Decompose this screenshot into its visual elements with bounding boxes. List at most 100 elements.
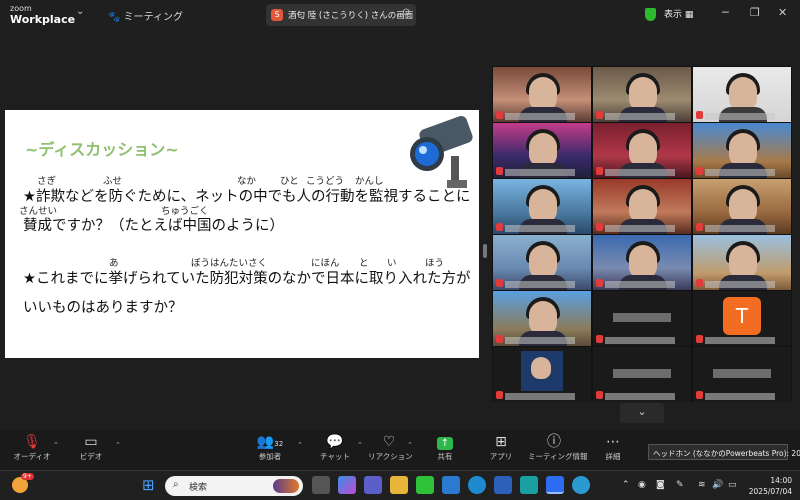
chevron-up-icon: ⌃: [115, 441, 121, 449]
question-line-2: 賛成ですか？（たとえば中国のように）: [23, 218, 284, 234]
shield-icon[interactable]: [645, 8, 656, 21]
chevron-up-icon[interactable]: ⌃: [622, 480, 630, 490]
weather-icon[interactable]: 9+: [12, 473, 34, 493]
file-explorer-icon[interactable]: [390, 476, 408, 494]
video-tile[interactable]: [493, 347, 591, 402]
details-label: 詳細: [605, 452, 621, 461]
camera-icon[interactable]: ◙: [656, 480, 665, 490]
meeting-menu[interactable]: 🐾 ミーティング: [108, 8, 183, 23]
video-tile[interactable]: [593, 67, 691, 122]
taskbar-search[interactable]: ⌕ 検索: [165, 476, 303, 496]
share-button[interactable]: ↑ 共有: [430, 433, 460, 462]
mic-muted-icon: [496, 167, 503, 175]
mic-muted-icon: [496, 391, 503, 399]
wifi-icon[interactable]: ≋: [698, 480, 706, 490]
windows-taskbar: 9+ ⊞ ⌕ 検索 ⌃ ◉ ◙ ✎ ≋ 🔊 ▭ 14:00 2025/07/04: [0, 470, 800, 500]
mic-muted-icon: [596, 223, 603, 231]
mic-muted-icon: [596, 167, 603, 175]
video-tile[interactable]: [493, 123, 591, 178]
store-icon[interactable]: [520, 476, 538, 494]
meeting-info-button[interactable]: ⓘ ミーティング情報: [528, 433, 588, 462]
line-icon[interactable]: [416, 476, 434, 494]
security-camera-icon: [410, 115, 473, 188]
pen-icon[interactable]: ✎: [676, 480, 684, 490]
windows-start-icon[interactable]: ⊞: [142, 476, 160, 494]
participants-icon: 👥32: [256, 434, 284, 450]
video-tile[interactable]: [493, 291, 591, 346]
reactions-label: リアクション: [368, 452, 413, 461]
question-line-3: ★これまでに挙げられていた防犯対策のなかで日本に取り入れた方が: [23, 271, 471, 287]
share-title: 酒匂 陸 (さこうりく) さんの画面: [288, 11, 414, 21]
view-button[interactable]: 表示 ▦: [664, 7, 693, 20]
split-divider-handle[interactable]: [483, 244, 487, 258]
video-tile[interactable]: [493, 179, 591, 234]
video-button[interactable]: ▭ ビデオ: [76, 433, 106, 462]
task-view-icon[interactable]: [312, 476, 330, 494]
video-tile[interactable]: [693, 67, 791, 122]
notification-badge: 9+: [21, 473, 34, 480]
minimize-icon[interactable]: ─: [722, 6, 729, 19]
share-label: 共有: [437, 452, 453, 461]
participants-button[interactable]: 👥32 参加者: [250, 433, 290, 462]
audio-button[interactable]: 🎙 オーディオ: [12, 433, 52, 462]
chat-button[interactable]: 💬 チャット: [318, 433, 352, 462]
video-tile[interactable]: [493, 67, 591, 122]
reactions-button[interactable]: ♡ リアクション: [368, 433, 413, 462]
avatar: T: [723, 297, 761, 335]
apps-label: アプリ: [489, 452, 513, 461]
edge-icon[interactable]: [468, 476, 486, 494]
mic-muted-icon: [696, 167, 703, 175]
mic-muted-icon: [596, 279, 603, 287]
mic-muted-icon: [496, 111, 503, 119]
teams-icon[interactable]: [364, 476, 382, 494]
shared-slide: ~ディスカッション~ さぎ ふせ なか ひと こうどう かんし ★詐欺などを防ぐ…: [5, 110, 479, 358]
gallery-next-page-button[interactable]: ⌄: [620, 403, 664, 423]
mic-muted-icon: [696, 223, 703, 231]
meeting-label: ミーティング: [123, 12, 184, 23]
video-label: ビデオ: [79, 452, 103, 461]
video-tile[interactable]: [693, 179, 791, 234]
zoom-logo: zoom Workplace: [10, 3, 75, 25]
details-button[interactable]: ⋯ 詳細: [598, 433, 628, 462]
word-icon[interactable]: [494, 476, 512, 494]
video-tile[interactable]: [593, 123, 691, 178]
video-tile[interactable]: [493, 235, 591, 290]
video-tile[interactable]: [593, 179, 691, 234]
video-tile[interactable]: [593, 235, 691, 290]
apps-button[interactable]: ⊞ アプリ: [486, 433, 516, 462]
share-badge: S: [271, 9, 283, 21]
view-label: 表示: [664, 10, 683, 20]
video-tile[interactable]: [593, 291, 691, 346]
video-tile[interactable]: [593, 347, 691, 402]
close-icon[interactable]: ✕: [778, 6, 787, 19]
search-highlight-image: [273, 479, 299, 493]
chevron-down-icon[interactable]: ⌄: [76, 6, 84, 17]
mail-icon[interactable]: [442, 476, 460, 494]
battery-icon[interactable]: ▭: [728, 480, 737, 490]
volume-icon[interactable]: 🔊: [712, 480, 723, 490]
video-tile[interactable]: [693, 123, 791, 178]
mic-muted-icon: 🎙: [23, 434, 41, 450]
headphone-battery-tooltip: ヘッドホン (ななかのPowerbeats Pro): 20%: [648, 444, 800, 460]
mic-muted-icon: [496, 279, 503, 287]
taskbar-clock[interactable]: 14:00 2025/07/04: [744, 475, 792, 497]
mic-muted-icon: [596, 111, 603, 119]
tray-app-icon[interactable]: ◉: [638, 480, 646, 490]
zoom-icon[interactable]: [546, 476, 564, 494]
title-bar: zoom Workplace ⌄ 🐾 ミーティング S 酒匂 陸 (さこうりく)…: [0, 0, 800, 30]
meeting-stage: ~ディスカッション~ さぎ ふせ なか ひと こうどう かんし ★詐欺などを防ぐ…: [0, 30, 800, 430]
share-icon: ↑: [437, 437, 453, 450]
more-icon[interactable]: ⊙: [402, 7, 410, 18]
mic-muted-icon: [696, 391, 703, 399]
restore-icon[interactable]: ❐: [750, 6, 760, 19]
video-tile[interactable]: T: [693, 291, 791, 346]
video-tile[interactable]: [693, 347, 791, 402]
copilot-icon[interactable]: [338, 476, 356, 494]
chrome-icon[interactable]: [572, 476, 590, 494]
video-gallery: T: [492, 66, 792, 402]
chevron-up-icon: ⌃: [297, 441, 303, 449]
video-tile[interactable]: [693, 235, 791, 290]
info-icon: ⓘ: [547, 434, 561, 450]
paw-icon: 🐾: [108, 12, 121, 23]
share-tab[interactable]: S 酒匂 陸 (さこうりく) さんの画面 ⊙: [266, 4, 416, 26]
